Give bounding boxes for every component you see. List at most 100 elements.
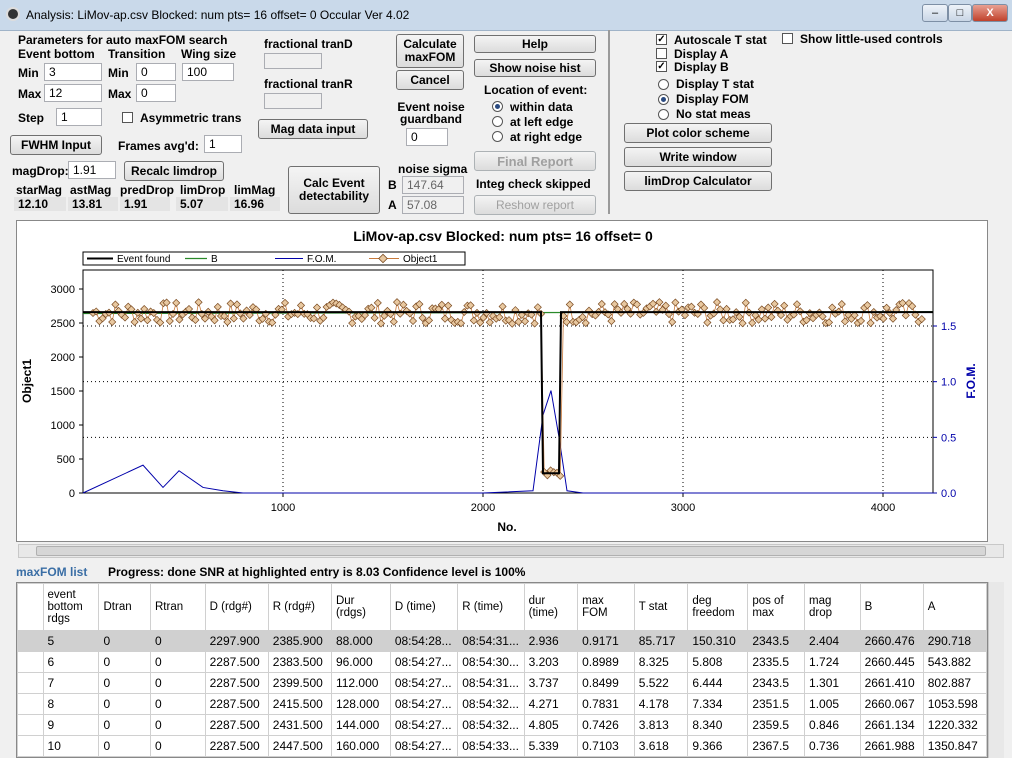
- fractional-trand-input[interactable]: [264, 53, 322, 69]
- minimize-button[interactable]: –: [922, 4, 948, 22]
- noise-guardband-input[interactable]: 0: [406, 128, 448, 146]
- table-row[interactable]: 7 0 0 2287.500 2399.500 112.000 08:54:27... 08:…: [17, 672, 987, 694]
- fwhm-input-button[interactable]: FWHM Input: [10, 135, 102, 155]
- display-a-checkbox[interactable]: [656, 48, 667, 59]
- event-bottom-min-input[interactable]: 3: [44, 63, 102, 81]
- magdrop-input[interactable]: 1.91: [68, 161, 116, 179]
- column-header[interactable]: mag drop: [804, 583, 861, 631]
- table-cell: 802.887: [922, 672, 987, 694]
- cancel-button[interactable]: Cancel: [396, 70, 464, 90]
- row-header[interactable]: [17, 735, 44, 757]
- chart-scroll-thumb[interactable]: [36, 546, 986, 556]
- table-cell: 0: [98, 693, 151, 715]
- table-cell: 0: [150, 630, 206, 652]
- within-data-radio[interactable]: [492, 101, 503, 112]
- table-row[interactable]: 9 0 0 2287.500 2431.500 144.000 08:54:27... 08:…: [17, 714, 987, 736]
- asymmetric-trans-label: Asymmetric trans: [140, 111, 242, 125]
- recalc-limdrop-button[interactable]: Recalc limdrop: [124, 161, 224, 181]
- limdrop-calculator-button[interactable]: limDrop Calculator: [624, 171, 772, 191]
- row-header[interactable]: [17, 714, 44, 736]
- y2-tick-label: 0.0: [941, 488, 956, 500]
- reshow-report-button[interactable]: Reshow report: [474, 195, 596, 215]
- row-header[interactable]: [17, 630, 44, 652]
- transition-label: Transition: [108, 47, 166, 61]
- no-stat-meas-radio[interactable]: [658, 109, 669, 120]
- no-stat-meas-label: No stat meas: [676, 107, 751, 121]
- column-header[interactable]: R (rdg#): [267, 583, 332, 631]
- mag-data-input-button[interactable]: Mag data input: [258, 119, 368, 139]
- table-row[interactable]: 5 0 0 2297.900 2385.900 88.000 08:54:28... 08:5…: [17, 630, 987, 652]
- table-cell: 3.203: [523, 651, 579, 673]
- asymmetric-trans-checkbox[interactable]: [122, 112, 133, 123]
- noise-sigma-a-input[interactable]: 57.08: [402, 196, 464, 214]
- write-window-button[interactable]: Write window: [624, 147, 772, 167]
- little-used-checkbox[interactable]: [782, 33, 793, 44]
- final-report-button[interactable]: Final Report: [474, 151, 596, 171]
- display-a-label: Display A: [674, 47, 729, 61]
- column-header[interactable]: D (time): [389, 583, 459, 631]
- calculate-maxfom-button[interactable]: Calculate maxFOM: [396, 34, 464, 68]
- column-header[interactable]: Dtran: [98, 583, 151, 631]
- column-header[interactable]: B: [859, 583, 924, 631]
- column-header[interactable]: R (time): [457, 583, 525, 631]
- column-header[interactable]: event bottom rdgs: [42, 583, 100, 631]
- table-cell: 1.724: [804, 651, 861, 673]
- display-tstat-label: Display T stat: [676, 77, 755, 91]
- table-cell: 2660.067: [859, 693, 924, 715]
- wing-size-input[interactable]: 100: [182, 63, 234, 81]
- plot-color-scheme-button[interactable]: Plot color scheme: [624, 123, 772, 143]
- transition-max-input[interactable]: 0: [136, 84, 176, 102]
- maximize-button[interactable]: □: [948, 4, 972, 22]
- display-b-checkbox[interactable]: ✓: [656, 61, 667, 72]
- column-header[interactable]: D (rdg#): [204, 583, 269, 631]
- frames-avgd-input[interactable]: 1: [204, 135, 242, 153]
- display-tstat-radio[interactable]: [658, 79, 669, 90]
- calc-event-detectability-button[interactable]: Calc Event detectability: [288, 166, 380, 214]
- table-cell: 0.9171: [577, 630, 635, 652]
- table-cell: 6: [42, 651, 100, 673]
- table-cell: 2287.500: [204, 714, 269, 736]
- noise-sigma-b-input[interactable]: 147.64: [402, 176, 464, 194]
- x-axis-label: No.: [497, 520, 516, 534]
- limmag-value: 16.96: [230, 197, 280, 211]
- table-cell: 08:54:31...: [457, 630, 525, 652]
- table-cell: 08:54:27...: [389, 672, 459, 694]
- display-fom-radio[interactable]: [658, 94, 669, 105]
- column-header[interactable]: pos of max: [747, 583, 806, 631]
- column-header[interactable]: max FOM: [577, 583, 635, 631]
- table-cell: 0.7103: [577, 735, 635, 757]
- close-button[interactable]: X: [972, 4, 1008, 22]
- table-vertical-scrollbar[interactable]: [988, 582, 1004, 758]
- table-cell: 112.000: [330, 672, 391, 694]
- row-header[interactable]: [17, 651, 44, 673]
- column-header[interactable]: dur (time): [523, 583, 579, 631]
- step-input[interactable]: 1: [56, 108, 102, 126]
- limdrop-value: 5.07: [176, 197, 228, 211]
- left-edge-radio[interactable]: [492, 116, 503, 127]
- table-cell: 4.271: [523, 693, 579, 715]
- table-row[interactable]: 8 0 0 2287.500 2415.500 128.000 08:54:27... 08:…: [17, 693, 987, 715]
- table-cell: 2287.500: [204, 735, 269, 757]
- table-cell: 2399.500: [267, 672, 332, 694]
- show-noise-hist-button[interactable]: Show noise hist: [474, 59, 596, 77]
- table-cell: 0: [150, 651, 206, 673]
- right-edge-radio[interactable]: [492, 131, 503, 142]
- table-cell: 5.522: [633, 672, 689, 694]
- row-header[interactable]: [17, 693, 44, 715]
- column-header[interactable]: A: [922, 583, 987, 631]
- autoscale-checkbox[interactable]: ✓: [656, 34, 667, 45]
- table-row[interactable]: 10 0 0 2287.500 2447.500 160.000 08:54:27... 08…: [17, 735, 987, 757]
- column-header[interactable]: Dur (rdgs): [330, 583, 391, 631]
- help-button[interactable]: Help: [474, 35, 596, 53]
- table-row[interactable]: 6 0 0 2287.500 2383.500 96.000 08:54:27... 08:5…: [17, 651, 987, 673]
- column-header[interactable]: T stat: [633, 583, 689, 631]
- row-header[interactable]: [17, 672, 44, 694]
- fractional-tranr-input[interactable]: [264, 93, 322, 109]
- table-cell: 3.813: [633, 714, 689, 736]
- transition-min-input[interactable]: 0: [136, 63, 176, 81]
- table-cell: 144.000: [330, 714, 391, 736]
- table-cell: 2335.5: [747, 651, 806, 673]
- event-bottom-max-input[interactable]: 12: [44, 84, 102, 102]
- column-header[interactable]: deg freedom: [687, 583, 749, 631]
- column-header[interactable]: Rtran: [150, 583, 206, 631]
